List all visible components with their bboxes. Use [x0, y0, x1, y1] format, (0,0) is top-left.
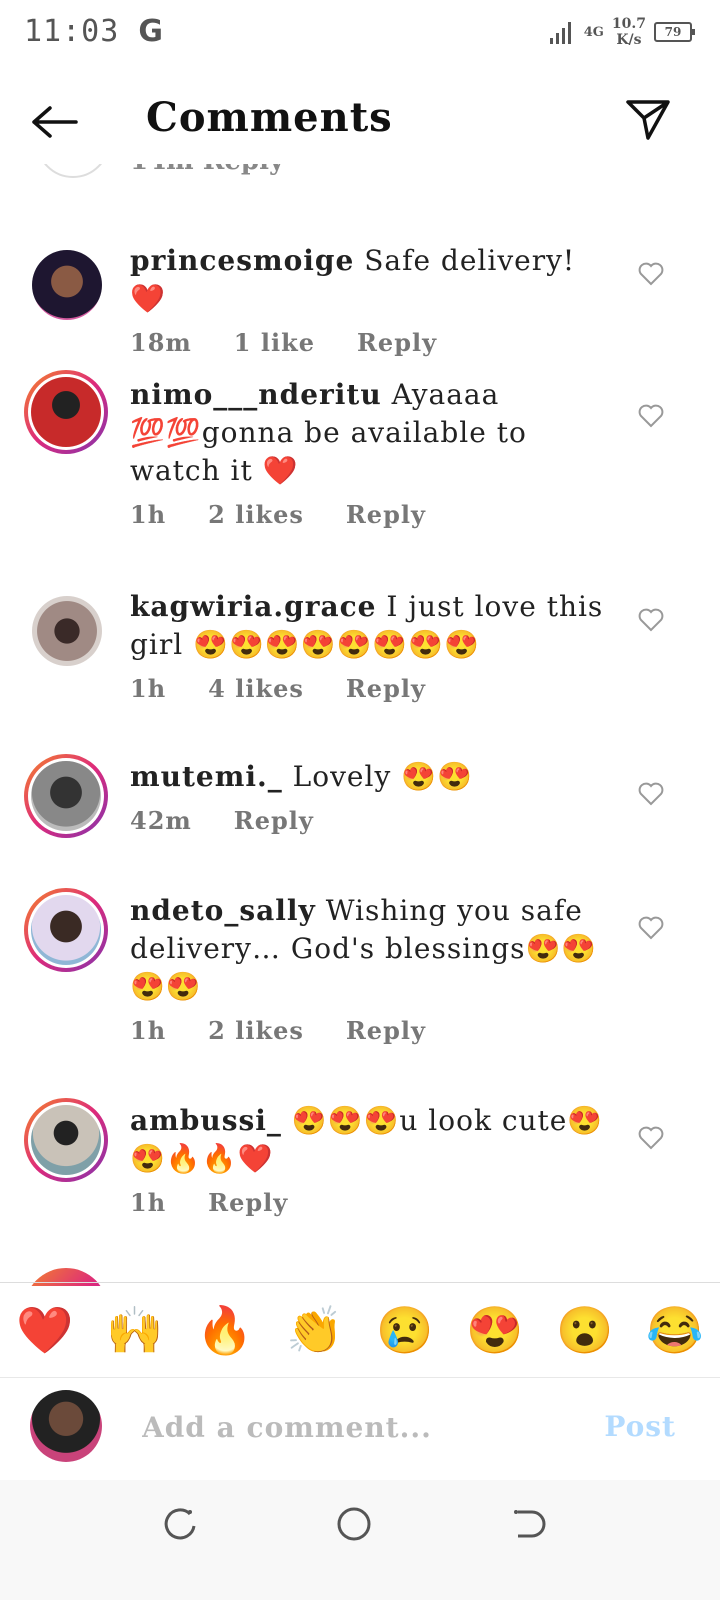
status-indicators: 4G 10.7 K/s 79 — [549, 16, 695, 48]
reply-button[interactable]: Reply — [357, 328, 437, 357]
add-comment-input[interactable] — [140, 1404, 564, 1450]
comment-body: princesmoige Safe delivery!❤️ 18m 1 like R… — [130, 242, 610, 357]
comment-text: princesmoige Safe delivery!❤️ — [130, 242, 610, 318]
emoji-laughing[interactable]: 😂 — [640, 1303, 710, 1358]
comment-username[interactable]: ndeto_sally — [130, 894, 316, 927]
comment-meta: 1h 2 likes Reply — [130, 500, 610, 529]
send-icon[interactable] — [624, 96, 672, 144]
comments-list[interactable]: 14m Reply princesmoige Safe delivery!❤️ … — [0, 164, 720, 1286]
avatar — [31, 1105, 101, 1175]
emoji-quick-bar: ❤️ 🙌 🔥 👏 😢 😍 😮 😂 — [0, 1282, 720, 1378]
comment-likes[interactable]: 1 like — [234, 328, 315, 357]
emoji-heart[interactable]: ❤️ — [10, 1303, 80, 1358]
network-type: 4G — [583, 24, 604, 40]
avatar — [31, 761, 101, 831]
comment-avatar[interactable] — [24, 370, 108, 454]
recent-apps-icon[interactable] — [160, 1504, 200, 1544]
comment-time: 42m — [130, 806, 192, 835]
comment-avatar[interactable] — [24, 888, 108, 972]
reply-button[interactable]: Reply — [346, 500, 426, 529]
reply-button[interactable]: Reply — [346, 674, 426, 703]
reply-button[interactable]: Reply — [208, 1188, 288, 1217]
comment-likes[interactable]: 2 likes — [208, 1016, 304, 1045]
system-nav-bar — [0, 1480, 720, 1600]
comment-composer: Post — [0, 1376, 720, 1480]
status-bar: 11:03 G 4G 10.7 K/s 79 — [0, 0, 720, 68]
user-avatar — [30, 1390, 102, 1462]
speed-unit: K/s — [616, 32, 642, 48]
comment-meta: 1h 4 likes Reply — [130, 674, 610, 703]
emoji-fire[interactable]: 🔥 — [190, 1303, 260, 1358]
battery-icon: 79 — [654, 22, 695, 42]
heart-outline-icon[interactable] — [638, 404, 664, 428]
comment-text: ndeto_sally Wishing you safe delivery… G… — [130, 892, 610, 1006]
home-icon[interactable] — [334, 1504, 374, 1544]
comment-meta: 18m 1 like Reply — [130, 328, 610, 357]
comment-text: ambussi_ 😍😍😍u look cute😍😍🔥🔥❤️ — [130, 1102, 610, 1178]
battery-level: 79 — [664, 25, 682, 39]
heart-outline-icon[interactable] — [638, 262, 664, 286]
comment-body: kagwiria.grace I just love this girl 😍😍😍… — [130, 588, 610, 703]
comment-text: nimo___nderitu Ayaaaa 💯💯gonna be availab… — [130, 376, 610, 490]
speed-value: 10.7 — [611, 16, 646, 32]
avatar — [31, 895, 101, 965]
comment-meta: 1h Reply — [130, 1188, 610, 1217]
google-icon: G — [138, 14, 164, 49]
back-icon[interactable] — [508, 1504, 548, 1544]
comment-avatar[interactable] — [24, 588, 108, 672]
avatar — [31, 377, 101, 447]
time-text: 11:03 — [24, 14, 120, 49]
comment-body: ambussi_ 😍😍😍u look cute😍😍🔥🔥❤️ 1h Reply — [130, 1102, 610, 1217]
page-title: Comments — [146, 94, 393, 141]
comment-body: ndeto_sally Wishing you safe delivery… G… — [130, 892, 610, 1045]
comment-message: Lovely 😍😍 — [292, 760, 473, 793]
emoji-raised-hands[interactable]: 🙌 — [100, 1303, 170, 1358]
comment-avatar[interactable] — [24, 754, 108, 838]
avatar — [32, 596, 102, 666]
heart-outline-icon[interactable] — [638, 608, 664, 632]
comment-time: 1h — [130, 1188, 167, 1217]
comment-meta: 1h 2 likes Reply — [130, 1016, 610, 1045]
heart-outline-icon[interactable] — [638, 782, 664, 806]
comment-likes[interactable]: 2 likes — [208, 500, 304, 529]
reply-button[interactable]: Reply — [234, 806, 314, 835]
comment-time: 1h — [130, 1016, 167, 1045]
emoji-heart-eyes[interactable]: 😍 — [460, 1303, 530, 1358]
comment-username[interactable]: princesmoige — [130, 244, 354, 277]
post-button[interactable]: Post — [604, 1410, 676, 1443]
reply-button[interactable]: Reply — [346, 1016, 426, 1045]
avatar — [32, 250, 102, 320]
comment-text: kagwiria.grace I just love this girl 😍😍😍… — [130, 588, 610, 664]
partial-comment-meta: 14m Reply — [130, 164, 284, 176]
comment-avatar[interactable] — [24, 1098, 108, 1182]
comment-time: 18m — [130, 328, 192, 357]
comment-avatar[interactable] — [24, 242, 108, 326]
emoji-surprised[interactable]: 😮 — [550, 1303, 620, 1358]
signal-icon — [549, 22, 571, 44]
comment-time: 1h — [130, 674, 167, 703]
network-speed: 10.7 K/s — [612, 16, 646, 48]
emoji-crying[interactable]: 😢 — [370, 1303, 440, 1358]
back-arrow-icon[interactable] — [30, 102, 78, 142]
heart-outline-icon[interactable] — [638, 916, 664, 940]
comment-body: nimo___nderitu Ayaaaa 💯💯gonna be availab… — [130, 376, 610, 529]
comment-username[interactable]: kagwiria.grace — [130, 590, 376, 623]
header: Comments — [0, 80, 720, 164]
emoji-clapping[interactable]: 👏 — [280, 1303, 350, 1358]
comment-username[interactable]: ambussi_ — [130, 1104, 282, 1137]
comment-meta: 42m Reply — [130, 806, 610, 835]
comment-likes[interactable]: 4 likes — [208, 674, 304, 703]
comment-body: mutemi._ Lovely 😍😍 42m Reply — [130, 758, 610, 835]
heart-outline-icon[interactable] — [638, 1126, 664, 1150]
comment-username[interactable]: nimo___nderitu — [130, 378, 382, 411]
comment-time: 1h — [130, 500, 167, 529]
status-time: 11:03 G — [24, 14, 164, 49]
avatar[interactable] — [36, 164, 110, 178]
comment-text: mutemi._ Lovely 😍😍 — [130, 758, 610, 796]
comment-username[interactable]: mutemi._ — [130, 760, 283, 793]
